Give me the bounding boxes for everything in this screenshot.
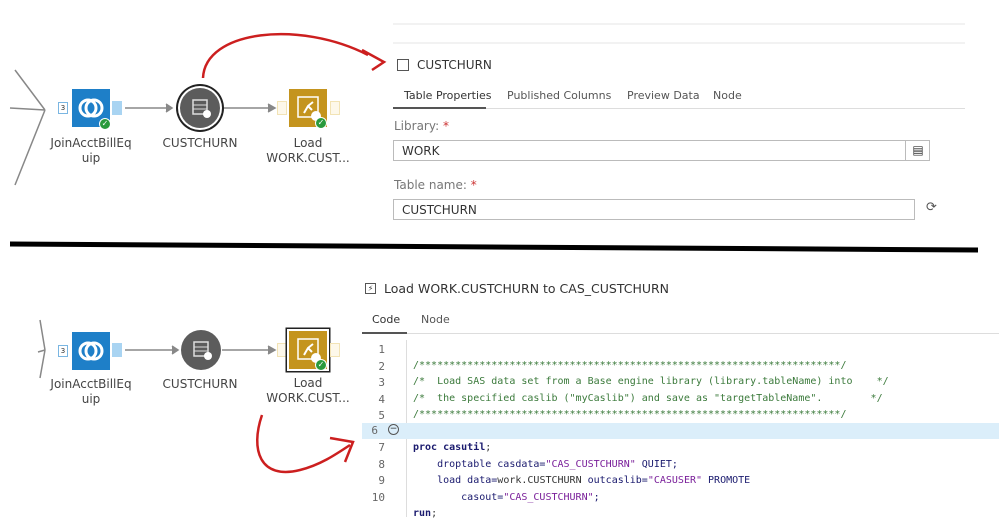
table-icon <box>193 341 212 360</box>
output-port[interactable] <box>112 101 122 115</box>
success-check-icon: ✓ <box>315 359 327 371</box>
flow-connectors <box>9 69 277 379</box>
library-browse-icon[interactable]: ▤ <box>905 140 930 161</box>
table-name-label: Table name: * <box>394 178 477 192</box>
code-line: /***************************************… <box>413 359 847 371</box>
line-number: 4 <box>378 392 385 406</box>
line-number: 9 <box>378 474 385 487</box>
line-number: 6 <box>371 424 378 437</box>
code-line: run; <box>413 508 438 519</box>
tab-published-columns[interactable]: Published Columns <box>507 89 611 102</box>
fold-collapse-icon[interactable]: − <box>388 424 399 435</box>
tab-table-properties[interactable]: Table Properties <box>404 89 492 102</box>
table-name-field[interactable]: CUSTCHURN <box>393 199 915 220</box>
node-label: Load WORK.CUST... <box>266 136 350 165</box>
line-number: 7 <box>378 441 385 454</box>
code-line: casout="CAS_CUSTCHURN"; <box>413 491 600 503</box>
library-field[interactable]: WORK <box>393 140 930 161</box>
load-node-selected[interactable]: ✓ <box>289 331 327 371</box>
line-number: 3 <box>378 376 385 389</box>
refresh-icon[interactable]: ⟳ <box>926 200 937 215</box>
load-step-icon: ⚡ <box>365 283 376 294</box>
success-check-icon: ✓ <box>315 117 327 129</box>
line-number: 1 <box>378 343 385 356</box>
code-line: load data=work.CUSTCHURN outcaslib="CASU… <box>413 475 751 486</box>
active-tab-indicator <box>393 107 486 109</box>
input-port[interactable] <box>277 343 287 357</box>
code-line: /* Load SAS data set from a Base engine … <box>413 376 889 387</box>
table-node-selected[interactable] <box>180 88 220 128</box>
input-count-badge: 3 <box>58 102 68 114</box>
code-line: /***************************************… <box>413 409 847 420</box>
tab-node[interactable]: Node <box>713 89 742 102</box>
load-node[interactable]: ✓ <box>289 89 327 129</box>
output-port[interactable] <box>330 101 340 115</box>
output-port[interactable] <box>330 343 340 357</box>
line-number: 10 <box>371 490 385 504</box>
code-line: /* the specified caslib ("myCaslib") and… <box>413 392 883 404</box>
divider-line <box>9 241 979 253</box>
tab-code[interactable]: Code <box>372 313 400 326</box>
table-icon <box>192 99 211 118</box>
line-number: 2 <box>378 359 385 373</box>
tab-node[interactable]: Node <box>421 313 450 326</box>
line-number: 5 <box>378 409 385 422</box>
tab-preview-data[interactable]: Preview Data <box>627 89 700 102</box>
input-port[interactable] <box>277 101 287 115</box>
code-editor[interactable]: /***************************************… <box>413 341 889 523</box>
join-node[interactable]: ✓ <box>72 89 111 130</box>
table-node[interactable] <box>181 330 221 370</box>
node-label: JoinAcctBillEq uip <box>50 377 132 406</box>
join-node[interactable] <box>72 332 110 370</box>
line-number: 8 <box>378 457 385 471</box>
active-tab-indicator <box>362 332 407 334</box>
code-line: proc casutil; <box>413 442 492 453</box>
panel-title: CUSTCHURN <box>417 58 492 72</box>
panel-title: Load WORK.CUSTCHURN to CAS_CUSTCHURN <box>384 281 670 296</box>
tab-underline <box>362 333 999 334</box>
node-label: JoinAcctBillEq uip <box>50 136 132 165</box>
input-count-badge: 3 <box>58 345 68 357</box>
code-line: droptable casdata="CAS_CUSTCHURN" QUIET; <box>413 458 678 470</box>
success-check-icon: ✓ <box>99 118 111 130</box>
table-icon <box>397 59 409 71</box>
node-label: CUSTCHURN <box>162 377 238 391</box>
output-port[interactable] <box>112 343 122 357</box>
node-label: CUSTCHURN <box>162 136 238 150</box>
join-icon <box>78 341 104 361</box>
library-label: Library: * <box>394 119 449 133</box>
node-label: Load WORK.CUST... <box>266 376 350 405</box>
